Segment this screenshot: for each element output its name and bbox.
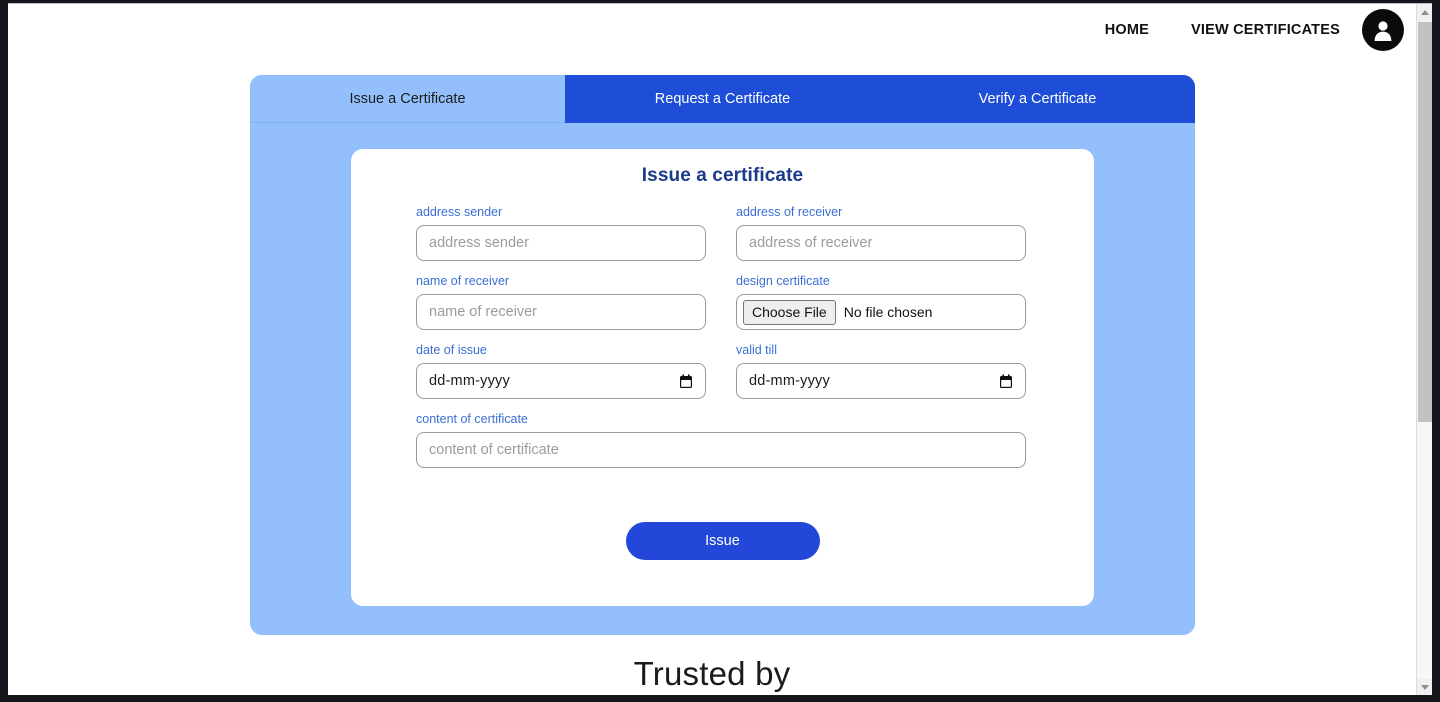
trusted-by-heading: Trusted by	[633, 655, 791, 692]
label-address-sender: address sender	[416, 205, 503, 219]
input-name-of-receiver[interactable]: name of receiver	[416, 294, 706, 330]
input-design-certificate-file[interactable]: Choose File No file chosen	[736, 294, 1026, 330]
chevron-up-icon	[1420, 10, 1429, 15]
chosen-file-status: No file chosen	[843, 304, 933, 320]
valid-till-value: dd-mm-yyyy	[749, 373, 830, 389]
label-name-of-receiver: name of receiver	[416, 274, 510, 288]
submit-row: Issue	[416, 522, 1029, 560]
browser-window: HOME VIEW CERTIFICATES Issue a Certifica…	[0, 0, 1440, 702]
certificate-panel: Issue a Certificate Request a Certificat…	[250, 75, 1195, 635]
page-content: HOME VIEW CERTIFICATES Issue a Certifica…	[8, 4, 1416, 695]
placeholder-address-sender: address sender	[429, 235, 529, 251]
field-name-of-receiver: name of receiver name of receiver	[416, 273, 706, 330]
field-address-of-receiver: address of receiver address of receiver	[736, 204, 1026, 261]
tab-issue-a-certificate[interactable]: Issue a Certificate	[250, 75, 565, 123]
date-of-issue-value: dd-mm-yyyy	[429, 373, 510, 389]
vertical-scrollbar[interactable]	[1416, 4, 1432, 695]
field-address-sender: address sender address sender	[416, 204, 706, 261]
scrollbar-up-button[interactable]	[1417, 4, 1432, 21]
tab-label: Request a Certificate	[654, 91, 791, 107]
input-content-of-certificate[interactable]: content of certificate	[416, 432, 1026, 468]
choose-file-button[interactable]: Choose File	[743, 299, 836, 325]
label-content-of-certificate: content of certificate	[416, 412, 528, 426]
input-address-of-receiver[interactable]: address of receiver	[736, 225, 1026, 261]
nav-link-home[interactable]: HOME	[1105, 22, 1149, 38]
calendar-icon[interactable]	[999, 373, 1013, 389]
scrollbar-down-button[interactable]	[1417, 679, 1432, 695]
tab-request-a-certificate[interactable]: Request a Certificate	[565, 75, 880, 123]
issue-certificate-form: address sender address sender address of…	[351, 187, 1094, 560]
card-title: Issue a certificate	[641, 165, 804, 186]
top-navigation-bar: HOME VIEW CERTIFICATES	[8, 4, 1416, 56]
label-address-of-receiver: address of receiver	[736, 205, 843, 219]
form-row: content of certificate content of certif…	[416, 411, 1029, 480]
form-row: date of issue dd-mm-yyyy valid till dd-m…	[416, 342, 1029, 411]
label-date-of-issue: date of issue	[416, 343, 487, 357]
form-row: name of receiver name of receiver design…	[416, 273, 1029, 342]
tab-bar: Issue a Certificate Request a Certificat…	[250, 75, 1195, 123]
label-valid-till: valid till	[736, 343, 777, 357]
chevron-down-icon	[1420, 685, 1429, 690]
issue-certificate-card: Issue a certificate address sender addre…	[351, 149, 1094, 606]
user-avatar-icon[interactable]	[1362, 9, 1404, 51]
field-content-of-certificate: content of certificate content of certif…	[416, 411, 1026, 468]
placeholder-name-of-receiver: name of receiver	[429, 304, 537, 320]
calendar-icon[interactable]	[679, 373, 693, 389]
field-date-of-issue: date of issue dd-mm-yyyy	[416, 342, 706, 399]
placeholder-address-of-receiver: address of receiver	[749, 235, 873, 251]
field-valid-till: valid till dd-mm-yyyy	[736, 342, 1026, 399]
nav-link-view-certificates[interactable]: VIEW CERTIFICATES	[1191, 22, 1340, 38]
input-date-of-issue[interactable]: dd-mm-yyyy	[416, 363, 706, 399]
tab-label: Verify a Certificate	[978, 91, 1097, 107]
browser-viewport: HOME VIEW CERTIFICATES Issue a Certifica…	[8, 3, 1432, 695]
label-design-certificate: design certificate	[736, 274, 830, 288]
form-row: address sender address sender address of…	[416, 204, 1029, 273]
input-valid-till[interactable]: dd-mm-yyyy	[736, 363, 1026, 399]
scrollbar-thumb[interactable]	[1418, 22, 1432, 422]
tab-verify-a-certificate[interactable]: Verify a Certificate	[880, 75, 1195, 123]
tab-label: Issue a Certificate	[349, 90, 466, 107]
input-address-sender[interactable]: address sender	[416, 225, 706, 261]
field-design-certificate: design certificate Choose File No file c…	[736, 273, 1026, 330]
placeholder-content-of-certificate: content of certificate	[429, 442, 559, 458]
issue-button[interactable]: Issue	[625, 522, 820, 560]
